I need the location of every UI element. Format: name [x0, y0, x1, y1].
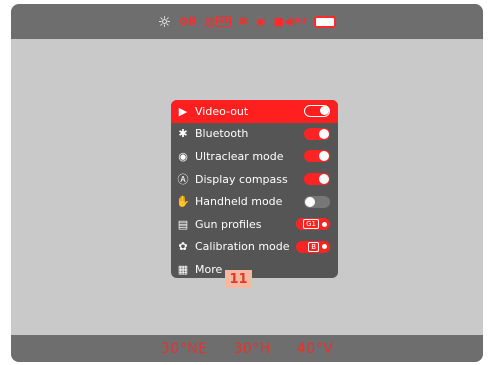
menu-item-label: Ultraclear mode: [195, 149, 284, 163]
menu-item-display-compass[interactable]: Ⓐ Display compass: [171, 168, 338, 191]
video-out-status-label: OUT: [292, 18, 307, 25]
ultraclear-status-icon: ◉: [255, 15, 266, 28]
menu-item-video-out[interactable]: ▶ Video-out: [171, 100, 338, 123]
gun-profile-status-label: G1: [216, 16, 231, 27]
video-out-status-icon: ■◀ OUT: [273, 15, 307, 28]
menu-item-label: Handheld mode: [195, 195, 283, 209]
calibration-icon: ✿: [178, 240, 188, 254]
menu-item-calibration-mode[interactable]: ✿ Calibration mode B: [171, 236, 338, 259]
gun-profile-selector[interactable]: G1: [296, 218, 330, 231]
menu-item-ultraclear-mode[interactable]: ◉ Ultraclear mode: [171, 145, 338, 168]
more-icon: ▦: [177, 262, 189, 276]
settings-menu: ▶ Video-out ✱ Bluetooth ◉ Ultraclear mod…: [171, 100, 338, 278]
menu-item-label: Gun profiles: [195, 217, 262, 231]
status-bar: ☼ ✿ B ▤ G1 ✱ ◉ ■◀ OUT: [11, 4, 483, 39]
gun-profile-icon: ▤: [177, 217, 189, 231]
menu-item-label: Display compass: [195, 172, 288, 186]
menu-item-handheld-mode[interactable]: ✋ Handheld mode: [171, 190, 338, 213]
selector-dot: [322, 221, 327, 227]
vertical-angle-readout: 40°V: [296, 340, 334, 357]
menu-item-more[interactable]: ▦ More: [171, 258, 338, 278]
menu-item-label: Calibration mode: [195, 240, 290, 254]
orientation-bar: 30°NE 30°H 40°V: [11, 335, 483, 362]
page-number-callout: 11: [225, 270, 252, 288]
menu-item-label: More: [195, 262, 223, 276]
video-out-icon: ▶: [178, 104, 188, 118]
calibration-mode-selector[interactable]: B: [296, 240, 330, 253]
gun-profile-status-icon: ▤ G1: [204, 15, 231, 28]
bluetooth-icon: ✱: [178, 127, 188, 141]
calibration-status-icon: ✿ B: [179, 15, 197, 28]
display-compass-toggle[interactable]: [304, 173, 330, 186]
calibration-status-label: B: [188, 15, 197, 28]
horizontal-angle-readout: 30°H: [233, 340, 271, 357]
hand-icon: ✋: [176, 195, 190, 209]
brightness-icon: ☼: [157, 12, 172, 31]
handheld-mode-toggle[interactable]: [304, 195, 330, 208]
bluetooth-status-icon: ✱: [238, 15, 248, 28]
menu-item-bluetooth[interactable]: ✱ Bluetooth: [171, 123, 338, 146]
menu-item-gun-profiles[interactable]: ▤ Gun profiles G1: [171, 213, 338, 236]
menu-item-label: Video-out: [195, 104, 249, 118]
selector-dot: [322, 244, 327, 250]
video-out-toggle[interactable]: [304, 105, 330, 118]
device-screen: ☼ ✿ B ▤ G1 ✱ ◉ ■◀ OUT ▶ Video-out ✱ Bluetoo…: [11, 4, 483, 362]
compass-icon: Ⓐ: [177, 173, 189, 187]
ultraclear-toggle[interactable]: [304, 150, 330, 163]
gun-profile-value: G1: [303, 219, 319, 230]
calibration-mode-value: B: [308, 241, 319, 252]
menu-item-label: Bluetooth: [195, 127, 249, 141]
bluetooth-toggle[interactable]: [304, 127, 330, 140]
eye-icon: ◉: [178, 149, 188, 163]
battery-icon: [314, 15, 337, 28]
heading-readout: 30°NE: [160, 340, 208, 357]
